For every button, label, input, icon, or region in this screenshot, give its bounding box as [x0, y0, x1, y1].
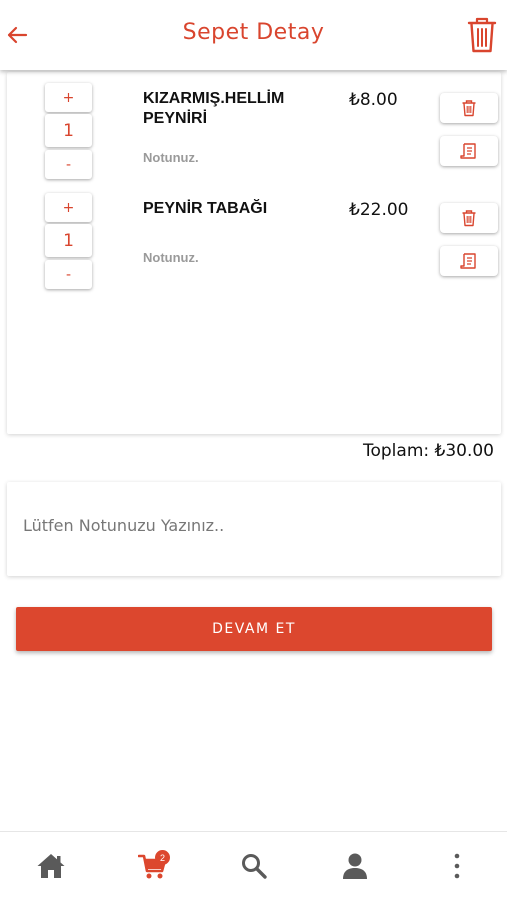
- cart-item: + 1 - KIZARMIŞ.HELLİM PEYNİRİ Notunuz. ₺…: [7, 80, 501, 190]
- clear-cart-button[interactable]: [465, 15, 499, 55]
- trash-icon: [462, 210, 476, 227]
- increase-quantity-button[interactable]: +: [45, 193, 92, 222]
- cart-count-badge: 2: [155, 850, 170, 865]
- decrease-quantity-button[interactable]: -: [45, 150, 92, 179]
- user-icon: [343, 853, 367, 879]
- cart-total: Toplam: ₺30.00: [362, 441, 494, 461]
- page-title: Sepet Detay: [182, 20, 325, 45]
- nav-cart[interactable]: 2: [133, 848, 173, 884]
- search-icon: [242, 854, 267, 879]
- nav-search[interactable]: [234, 848, 274, 884]
- item-price: ₺22.00: [349, 200, 409, 220]
- quantity-value: 1: [45, 114, 92, 147]
- decrease-quantity-button[interactable]: -: [45, 260, 92, 289]
- home-icon: [37, 854, 65, 878]
- more-vertical-icon: [454, 853, 460, 879]
- item-name: PEYNİR TABAĞI: [143, 200, 268, 217]
- quantity-value: 1: [45, 224, 92, 257]
- nav-profile[interactable]: [335, 848, 375, 884]
- item-note-label[interactable]: Notunuz.: [143, 250, 199, 265]
- nav-more[interactable]: [437, 848, 477, 884]
- cart-list: + 1 - KIZARMIŞ.HELLİM PEYNİRİ Notunuz. ₺…: [7, 72, 501, 434]
- bottom-nav: 2: [0, 831, 507, 900]
- item-name: KIZARMIŞ.HELLİM PEYNİRİ: [143, 90, 285, 127]
- trash-icon: [462, 100, 476, 117]
- add-note-button[interactable]: [440, 136, 498, 166]
- item-note-label[interactable]: Notunuz.: [143, 150, 199, 165]
- app-header: Sepet Detay: [0, 0, 507, 70]
- item-price: ₺8.00: [349, 90, 398, 110]
- delete-item-button[interactable]: [440, 203, 498, 233]
- note-icon: [460, 143, 476, 159]
- delete-item-button[interactable]: [440, 93, 498, 123]
- increase-quantity-button[interactable]: +: [45, 83, 92, 112]
- continue-button[interactable]: DEVAM ET: [16, 607, 492, 651]
- add-note-button[interactable]: [440, 246, 498, 276]
- order-note-card: [7, 482, 501, 576]
- order-note-input[interactable]: [23, 510, 483, 540]
- trash-icon: [467, 17, 497, 53]
- nav-home[interactable]: [31, 848, 71, 884]
- note-icon: [460, 253, 476, 269]
- cart-item: + 1 - PEYNİR TABAĞI Notunuz. ₺22.00: [7, 190, 501, 300]
